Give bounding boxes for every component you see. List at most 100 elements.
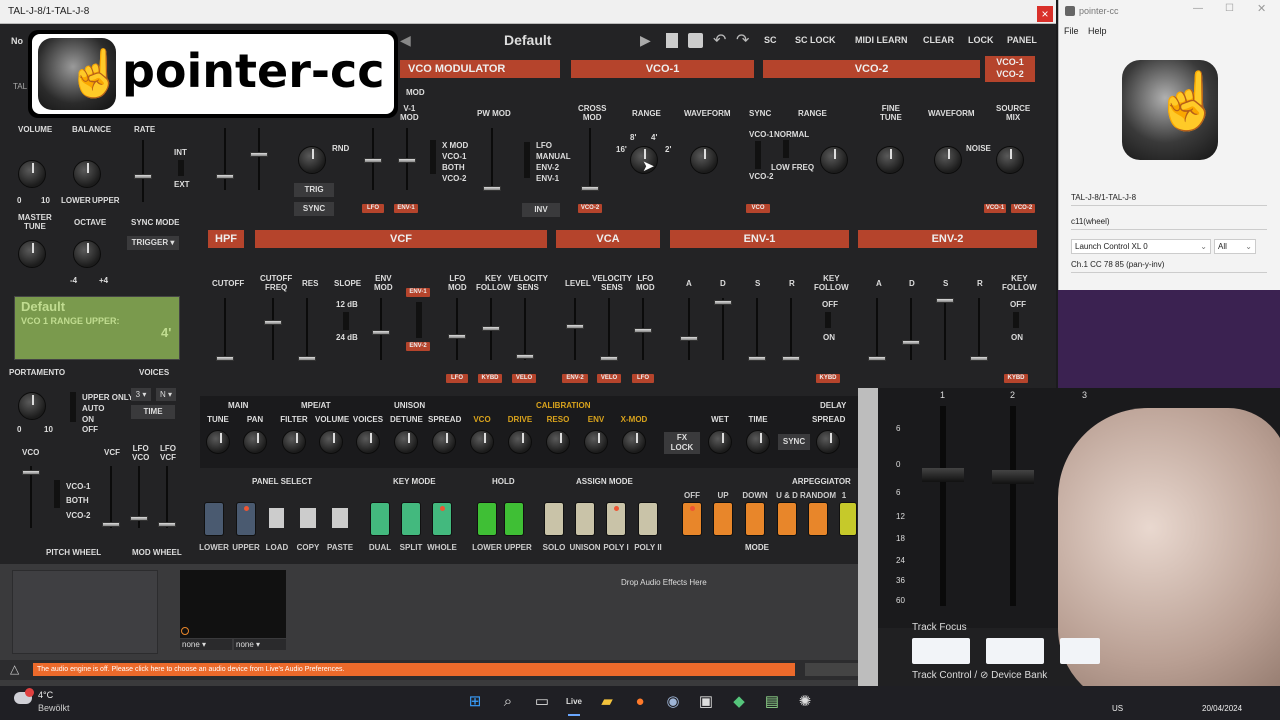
bottom-knob-1[interactable] <box>243 430 267 454</box>
bottom-knob-8[interactable] <box>508 430 532 454</box>
vcf-key-follow-fader[interactable] <box>482 298 500 360</box>
firefox-icon[interactable]: ● <box>630 692 650 712</box>
file-explorer-icon[interactable]: ▰ <box>597 692 617 712</box>
live-xy-dot[interactable] <box>181 627 189 635</box>
close-button[interactable]: × <box>1037 6 1053 22</box>
vco1-waveform-knob[interactable] <box>690 146 718 174</box>
key-split-button[interactable] <box>401 502 421 536</box>
master-tune-knob[interactable] <box>18 240 46 268</box>
sync-button[interactable]: SYNC <box>294 202 334 216</box>
res-fader[interactable] <box>298 298 316 361</box>
pw-mod-fader[interactable] <box>483 128 501 191</box>
balance-knob[interactable] <box>73 160 101 188</box>
hw-fader-1-track[interactable] <box>940 406 946 606</box>
wheel-vcf-fader[interactable] <box>102 466 120 528</box>
hw-pad-2[interactable] <box>986 638 1044 664</box>
load-icon[interactable] <box>269 508 284 528</box>
vcf-lfo-mod-fader[interactable] <box>448 298 466 360</box>
bottom-knob-11[interactable] <box>622 430 646 454</box>
clear-button[interactable]: CLEAR <box>923 32 954 48</box>
bottom-knob-10[interactable] <box>584 430 608 454</box>
env2-s-fader[interactable] <box>936 298 954 360</box>
n-dropdown[interactable]: N ▾ <box>156 388 176 401</box>
env2-d-fader[interactable] <box>902 298 920 360</box>
bottom-knob-7[interactable] <box>470 430 494 454</box>
bottom-knob-3[interactable] <box>319 430 343 454</box>
task-view-icon[interactable]: ▭ <box>532 692 552 712</box>
env1-s-fader[interactable] <box>748 298 766 361</box>
arp-range-1-button[interactable] <box>839 502 857 536</box>
preset-name[interactable]: Default <box>504 32 551 48</box>
vco2-waveform-knob[interactable] <box>934 146 962 174</box>
wheel-vco-fader[interactable] <box>22 466 40 528</box>
pcc-midi-device-select[interactable]: Launch Control XL 0 ⌄ <box>1071 239 1211 254</box>
panel-upper-button[interactable] <box>236 502 256 536</box>
vca-level-fader[interactable] <box>566 298 584 360</box>
redo-icon[interactable]: ↷ <box>736 30 749 50</box>
wheel-lfo-vcf-fader[interactable] <box>158 466 176 528</box>
env2-r-fader[interactable] <box>970 298 988 361</box>
audio-engine-warning[interactable]: The audio engine is off. Please click he… <box>33 663 795 676</box>
hw-fader-1-cap[interactable] <box>922 468 964 482</box>
undo-icon[interactable]: ↶ <box>713 30 726 50</box>
env2-a-fader[interactable] <box>868 298 886 361</box>
key-dual-button[interactable] <box>370 502 390 536</box>
next-preset-icon[interactable]: ▶ <box>640 32 651 49</box>
rate-fader[interactable] <box>134 140 152 202</box>
pcc-channel-select[interactable]: All ⌄ <box>1214 239 1256 254</box>
hpf-cutoff-fader[interactable] <box>216 298 234 361</box>
vcomod-env-fader[interactable] <box>398 128 416 190</box>
inv-button[interactable]: INV <box>522 203 560 217</box>
hw-fader-2-track[interactable] <box>1010 406 1016 606</box>
bottom-knob-6[interactable] <box>432 430 456 454</box>
live-app-icon[interactable]: Live <box>564 692 584 712</box>
int-ext-switch[interactable] <box>178 160 184 176</box>
sc-lock-button[interactable]: SC LOCK <box>795 32 836 48</box>
git-icon[interactable]: ◆ <box>729 692 749 712</box>
pcc-maximize-icon[interactable]: ☐ <box>1225 3 1234 14</box>
drop-effects-zone[interactable]: Drop Audio Effects Here <box>296 570 858 654</box>
bottom-knob-5[interactable] <box>394 430 418 454</box>
pcc-menu-help[interactable]: Help <box>1088 26 1107 36</box>
pcc-close-icon[interactable]: ✕ <box>1257 2 1266 15</box>
slope-switch[interactable] <box>343 312 349 330</box>
time-button[interactable]: TIME <box>131 405 175 419</box>
env1-a-fader[interactable] <box>680 298 698 360</box>
hold-upper-button[interactable] <box>504 502 524 536</box>
lock-button[interactable]: LOCK <box>968 32 994 48</box>
cutoff-freq-fader[interactable] <box>264 298 282 360</box>
env1-r-fader[interactable] <box>782 298 800 361</box>
vcomod-fader-1[interactable] <box>216 128 234 190</box>
portamento-switch[interactable] <box>70 392 76 422</box>
app-icon[interactable]: ▤ <box>762 692 782 712</box>
wheel-lfo-vco-fader[interactable] <box>130 466 148 528</box>
vco1-sync-switch[interactable] <box>755 141 761 169</box>
bottom-knob-12[interactable] <box>708 430 732 454</box>
sc-button[interactable]: SC <box>764 32 777 48</box>
search-icon[interactable]: ⌕ <box>498 692 518 712</box>
low-freq-switch[interactable] <box>783 140 789 158</box>
arp-down-button[interactable] <box>745 502 765 536</box>
pcc-minimize-icon[interactable]: — <box>1193 3 1203 14</box>
pw-source-switch[interactable] <box>524 142 530 178</box>
arp-random-button[interactable] <box>808 502 828 536</box>
vca-velocity-fader[interactable] <box>600 298 618 361</box>
file-icon[interactable] <box>666 33 678 48</box>
bottom-knob-0[interactable] <box>206 430 230 454</box>
assign-solo-button[interactable] <box>544 502 564 536</box>
fine-tune-knob[interactable] <box>876 146 904 174</box>
cross-mod-fader[interactable] <box>581 128 599 191</box>
assign-poly2-button[interactable] <box>638 502 658 536</box>
save-icon[interactable] <box>688 33 703 48</box>
bottom-knob-14[interactable] <box>816 430 840 454</box>
vcf-env-switch[interactable] <box>416 302 422 338</box>
hw-pad-1[interactable] <box>912 638 970 664</box>
hw-fader-2-cap[interactable] <box>992 470 1034 484</box>
env-mod-fader[interactable] <box>372 298 390 360</box>
pointer-cc-taskbar-icon[interactable]: ✺ <box>795 692 815 712</box>
trig-button[interactable]: TRIG <box>294 183 334 197</box>
volume-knob[interactable] <box>18 160 46 188</box>
arp-ud-button[interactable] <box>777 502 797 536</box>
env1-d-fader[interactable] <box>714 298 732 360</box>
vcf-velocity-fader[interactable] <box>516 298 534 360</box>
